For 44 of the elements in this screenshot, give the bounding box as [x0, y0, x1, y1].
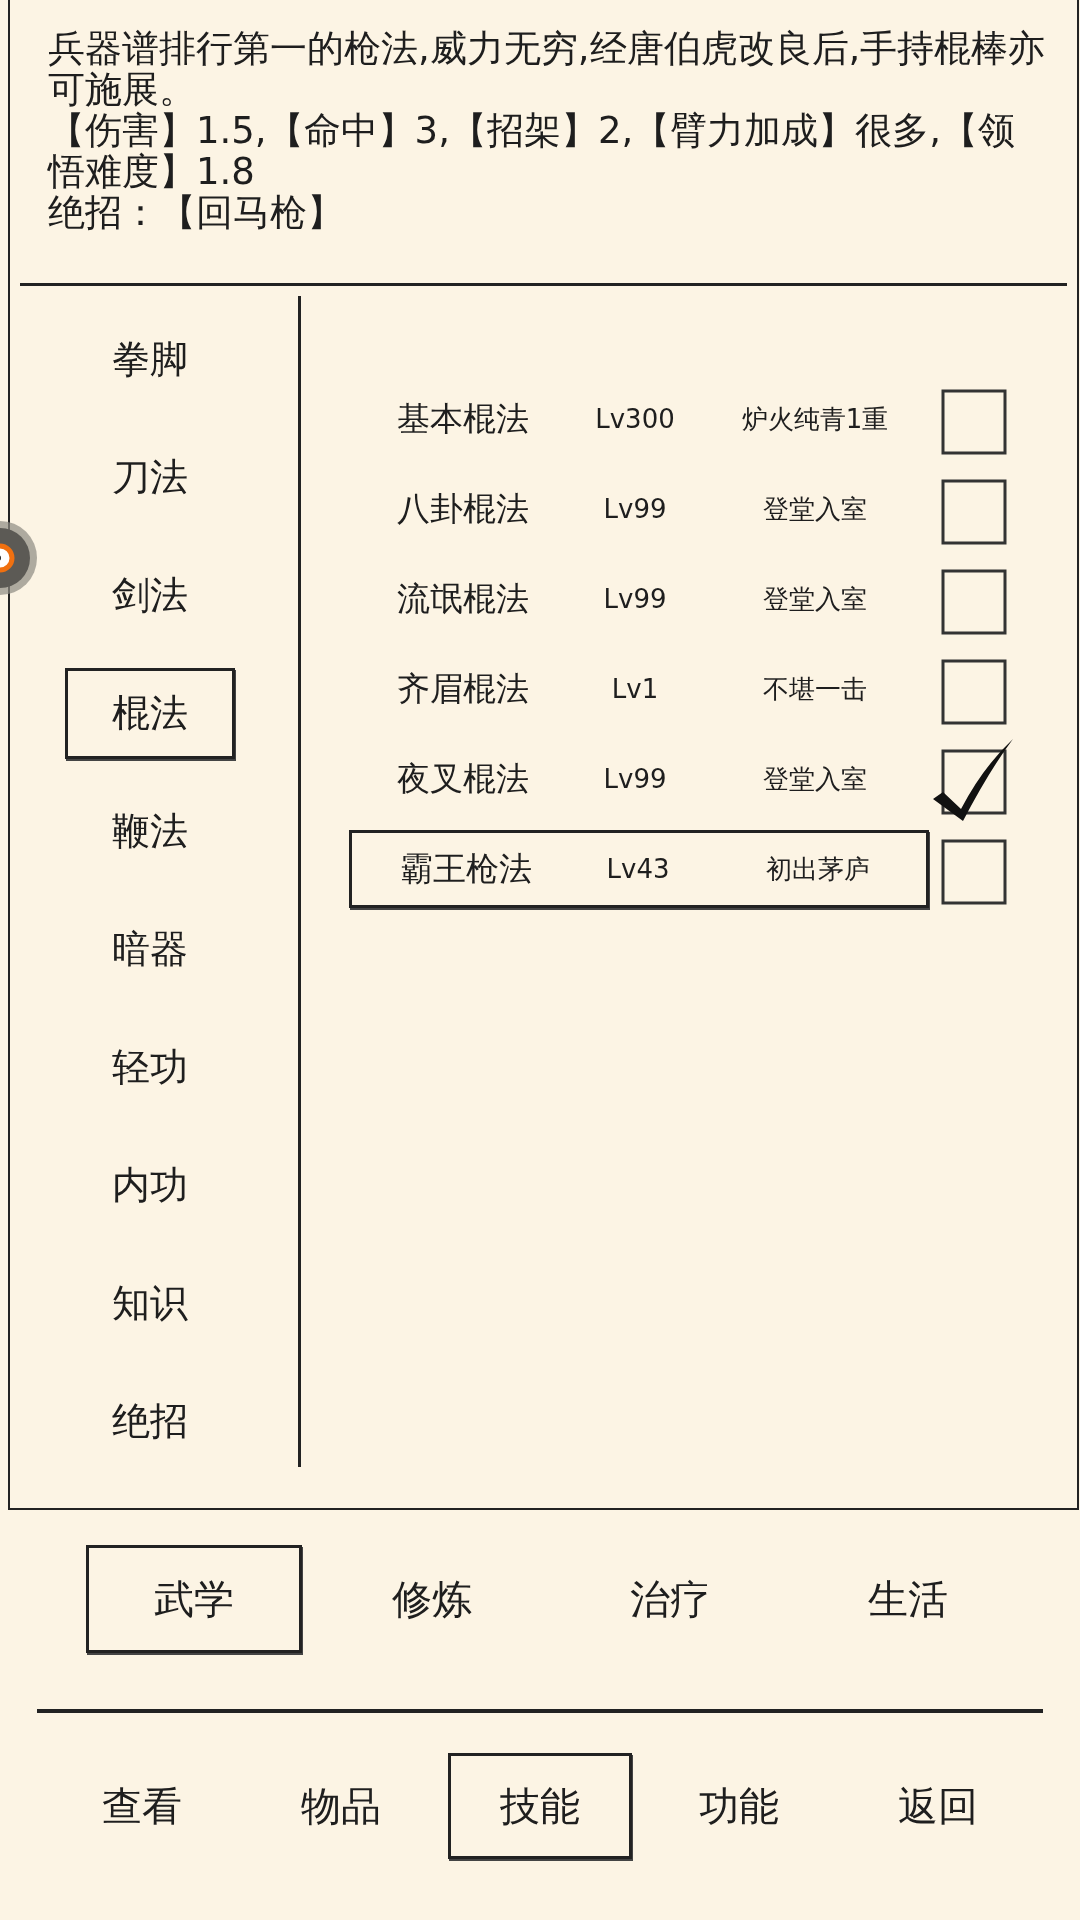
category-item[interactable]: 内功 — [65, 1140, 235, 1231]
tab[interactable]: 修炼 — [324, 1545, 540, 1653]
tab[interactable]: 治疗 — [562, 1545, 778, 1653]
skill-level: Lv99 — [602, 584, 668, 614]
skill-rank: 登堂入室 — [762, 582, 868, 616]
skill-level: Lv1 — [610, 674, 660, 704]
skill-level: Lv43 — [605, 854, 671, 884]
skill-row[interactable]: 霸王枪法 Lv43 初出茅庐 — [349, 830, 929, 908]
skill-row[interactable]: 基本棍法 Lv300 炉火纯青1重 — [349, 380, 929, 458]
tab[interactable]: 生活 — [800, 1545, 1016, 1653]
skill-rank: 不堪一击 — [762, 672, 868, 706]
skill-name: 八卦棍法 — [396, 487, 530, 530]
skill-rank: 炉火纯青1重 — [740, 402, 890, 436]
nav-button[interactable]: 功能 — [647, 1753, 831, 1859]
tab[interactable]: 武学 — [86, 1545, 302, 1653]
skill-name: 霸王枪法 — [399, 847, 533, 890]
skill-name: 流氓棍法 — [396, 577, 530, 620]
category-item[interactable]: 轻功 — [65, 1022, 235, 1113]
category-item[interactable]: 知识 — [65, 1258, 235, 1349]
nav-button[interactable]: 查看 — [50, 1753, 234, 1859]
category-item[interactable]: 绝招 — [65, 1376, 235, 1467]
nav-button[interactable]: 物品 — [249, 1753, 433, 1859]
skill-level: Lv300 — [594, 404, 676, 434]
category-item[interactable]: 拳脚 — [65, 314, 235, 405]
skill-row[interactable]: 八卦棍法 Lv99 登堂入室 — [349, 470, 929, 548]
category-item[interactable]: 刀法 — [65, 432, 235, 523]
skill-description: 兵器谱排行第一的枪法,威力无穷,经唐伯虎改良后,手持棍棒亦可施展。 【伤害】1.5,【命中】3,【招架】2,【臂力加成】很多,【领悟难度】1.8 绝招：【回马枪】 — [46, 26, 1047, 236]
category-item[interactable]: 鞭法 — [65, 786, 235, 877]
nav-button[interactable]: 技能 — [448, 1753, 632, 1859]
skill-row[interactable]: 齐眉棍法 Lv1 不堪一击 — [349, 650, 929, 728]
skill-row[interactable]: 夜叉棍法 Lv99 登堂入室 — [349, 740, 929, 818]
skill-level: Lv99 — [602, 494, 668, 524]
skill-name: 基本棍法 — [396, 397, 530, 440]
skill-rank: 初出茅庐 — [765, 852, 871, 886]
skill-name: 夜叉棍法 — [396, 757, 530, 800]
category-item[interactable]: 剑法 — [65, 550, 235, 641]
nav-button[interactable]: 返回 — [846, 1753, 1030, 1859]
category-item[interactable]: 棍法 — [65, 668, 235, 759]
skill-rank: 登堂入室 — [762, 762, 868, 796]
skill-rank: 登堂入室 — [762, 492, 868, 526]
skill-name: 齐眉棍法 — [396, 667, 530, 710]
category-item[interactable]: 暗器 — [65, 904, 235, 995]
skill-row[interactable]: 流氓棍法 Lv99 登堂入室 — [349, 560, 929, 638]
skill-level: Lv99 — [602, 764, 668, 794]
